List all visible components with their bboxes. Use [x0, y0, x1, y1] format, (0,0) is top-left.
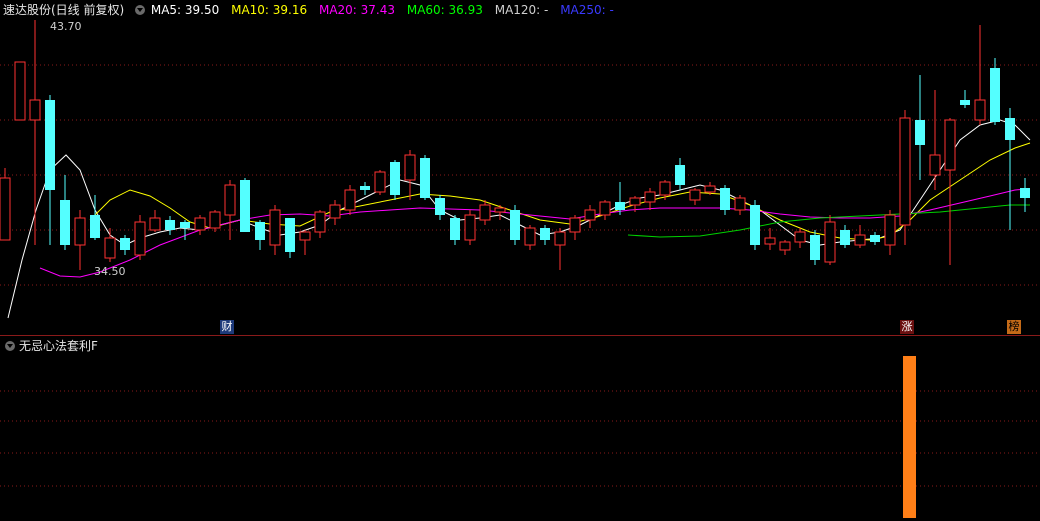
candle — [720, 185, 730, 215]
candle — [884, 210, 896, 255]
candle — [45, 95, 55, 245]
candle — [435, 195, 445, 220]
candle — [584, 205, 596, 228]
candle — [0, 168, 11, 241]
candle — [974, 25, 986, 125]
candle — [14, 61, 26, 121]
candle — [134, 215, 146, 260]
candle — [479, 200, 491, 225]
candle — [494, 205, 506, 220]
candle — [840, 225, 850, 248]
candle — [374, 170, 386, 195]
candle — [960, 90, 970, 108]
candle — [464, 210, 476, 245]
candle — [764, 228, 776, 250]
candle — [990, 58, 1000, 125]
candle — [779, 240, 791, 255]
candle — [240, 178, 250, 232]
candle — [390, 160, 400, 200]
candle — [329, 200, 341, 225]
candle — [810, 230, 820, 265]
candle — [554, 228, 566, 270]
main-grid — [0, 64, 1040, 286]
candle — [915, 75, 925, 180]
panel-divider — [0, 335, 1040, 336]
candle — [404, 150, 416, 200]
chevron-down-icon[interactable] — [5, 341, 15, 351]
candle — [104, 228, 116, 262]
candle — [510, 205, 520, 245]
candle — [734, 195, 746, 215]
candle — [899, 110, 911, 245]
candle — [870, 232, 880, 245]
candle — [269, 205, 281, 255]
candle — [285, 218, 295, 258]
event-badge-zhang[interactable]: 涨 — [900, 320, 914, 334]
candle — [450, 215, 460, 245]
candle — [524, 225, 536, 250]
candles — [0, 20, 1030, 270]
signal-bar — [903, 356, 916, 518]
candle — [750, 200, 760, 250]
candle — [944, 118, 956, 265]
candle — [675, 158, 685, 190]
event-badge-bang[interactable]: 榜 — [1007, 320, 1021, 334]
high-price-label: 43.70 — [50, 20, 82, 33]
candle — [29, 20, 41, 245]
candle — [60, 175, 70, 250]
candle — [1020, 178, 1030, 212]
candle — [360, 182, 370, 195]
candle — [224, 180, 236, 240]
candle — [644, 188, 656, 210]
candle — [165, 216, 175, 235]
candle — [929, 90, 941, 190]
candle — [540, 225, 550, 245]
candle — [120, 235, 130, 255]
candle — [299, 230, 311, 255]
sub-panel-header: 无忌心法套利F — [0, 337, 98, 355]
price-chart[interactable]: 43.70 34.50 — [0, 0, 1040, 335]
candle — [314, 210, 326, 238]
low-price-label: 34.50 — [94, 265, 126, 278]
candle — [689, 188, 701, 205]
candle — [569, 215, 581, 240]
candle — [74, 210, 86, 270]
candle — [854, 225, 866, 248]
sub-grid — [0, 390, 1040, 487]
candle — [420, 155, 430, 200]
candle — [194, 215, 206, 235]
candle — [794, 228, 806, 248]
event-badge-cai[interactable]: 财 — [220, 320, 234, 334]
sub-panel-title[interactable]: 无忌心法套利F — [19, 339, 98, 353]
candle — [255, 220, 265, 250]
candle — [659, 180, 671, 200]
candle — [344, 185, 356, 215]
candle — [1005, 108, 1015, 230]
candle — [599, 200, 611, 220]
candle — [824, 215, 836, 265]
candle — [149, 210, 161, 232]
candle — [209, 210, 221, 232]
